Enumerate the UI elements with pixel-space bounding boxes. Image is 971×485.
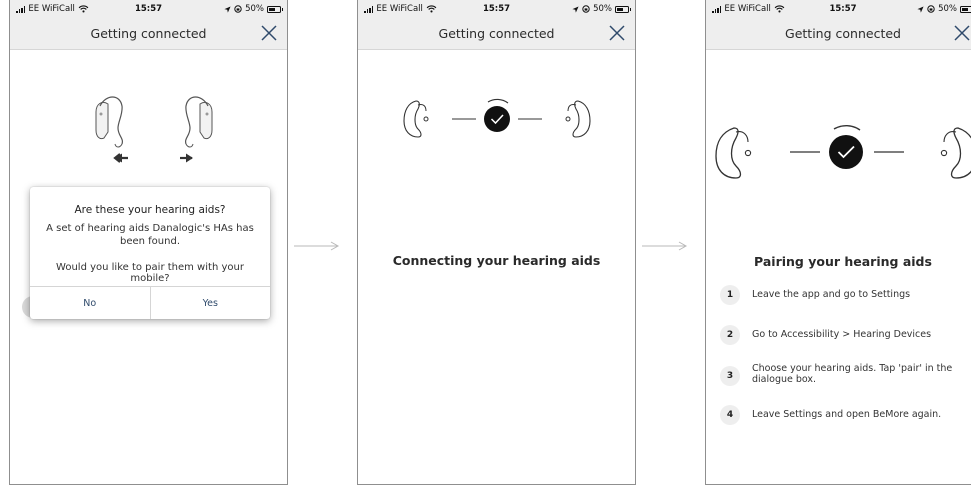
dialog-title: Are these your hearing aids? xyxy=(74,204,226,216)
check-icon xyxy=(829,124,863,169)
close-icon[interactable] xyxy=(953,24,971,42)
close-icon[interactable] xyxy=(260,24,278,42)
phone-screen-connecting: EE WiFiCall 15:57 50% Getting connected xyxy=(357,0,636,485)
battery-icon xyxy=(960,5,971,13)
step-text: Leave Settings and open BeMore again. xyxy=(752,409,942,420)
battery-percent: 50% xyxy=(245,4,264,14)
page-title: Getting connected xyxy=(438,26,555,41)
step-item: 2 Go to Accessibility > Hearing Devices xyxy=(720,325,971,345)
battery-icon xyxy=(615,5,631,13)
lock-rotation-icon xyxy=(234,5,242,13)
battery-percent: 50% xyxy=(593,4,612,14)
dialog-buttons: No Yes xyxy=(30,286,270,319)
step-number: 2 xyxy=(720,325,740,345)
dialog-question: Would you like to pair them with your mo… xyxy=(56,262,244,284)
arrow-right-icon xyxy=(642,241,688,251)
step-item: 1 Leave the app and go to Settings xyxy=(720,285,971,305)
page-title: Getting connected xyxy=(785,26,901,41)
nav-bar: Getting connected xyxy=(706,17,971,50)
phone-screen-pairing: EE WiFiCall 15:57 50% Getting connected xyxy=(705,0,971,485)
nav-bar: Getting connected xyxy=(10,17,287,50)
close-icon[interactable] xyxy=(608,24,626,42)
step-item: 3 Choose your hearing aids. Tap 'pair' i… xyxy=(720,363,971,386)
location-icon xyxy=(224,5,231,13)
right-hearing-aid-icon xyxy=(565,100,591,138)
pair-dialog: Are these your hearing aids? A set of he… xyxy=(30,187,270,319)
step-item: 4 Leave Settings and open BeMore again. xyxy=(720,405,971,425)
location-icon xyxy=(917,5,924,13)
lock-rotation-icon xyxy=(927,5,935,13)
left-hearing-aid-icon xyxy=(95,96,123,148)
arrow-left-icon xyxy=(113,153,128,163)
step-text: Leave the app and go to Settings xyxy=(752,289,911,300)
battery-icon xyxy=(267,5,283,13)
step-text: Go to Accessibility > Hearing Devices xyxy=(752,329,932,340)
left-hearing-aid-icon xyxy=(715,127,752,179)
status-bar: EE WiFiCall 15:57 50% xyxy=(10,0,287,17)
step-number: 3 xyxy=(720,366,740,386)
arrow-right-icon xyxy=(294,241,340,251)
status-bar: EE WiFiCall 15:57 50% xyxy=(706,0,971,17)
right-hearing-aid-icon xyxy=(185,96,213,148)
hearing-aids-illustration xyxy=(95,96,213,163)
lock-rotation-icon xyxy=(582,5,590,13)
yes-button[interactable]: Yes xyxy=(149,287,271,319)
nav-bar: Getting connected xyxy=(358,17,635,50)
location-icon xyxy=(572,5,579,13)
right-hearing-aid-icon xyxy=(940,127,971,179)
status-bar: EE WiFiCall 15:57 50% xyxy=(358,0,635,17)
no-button[interactable]: No xyxy=(30,287,150,319)
arrow-right-icon xyxy=(180,153,193,163)
pairing-title: Pairing your hearing aids xyxy=(754,254,932,269)
battery-percent: 50% xyxy=(938,4,957,14)
check-icon xyxy=(484,98,510,132)
page-title: Getting connected xyxy=(90,26,207,41)
step-number: 1 xyxy=(720,285,740,305)
phone-screen-discovery: EE WiFiCall 15:57 50% Getting connected xyxy=(9,0,288,485)
connection-illustration xyxy=(403,98,591,138)
step-number: 4 xyxy=(720,405,740,425)
step-text: Choose your hearing aids. Tap 'pair' in … xyxy=(752,363,953,385)
dialog-message: A set of hearing aids Danalogic's HAs ha… xyxy=(46,223,254,247)
connecting-status: Connecting your hearing aids xyxy=(392,253,601,268)
left-hearing-aid-icon xyxy=(403,100,429,138)
pairing-illustration xyxy=(715,124,971,179)
